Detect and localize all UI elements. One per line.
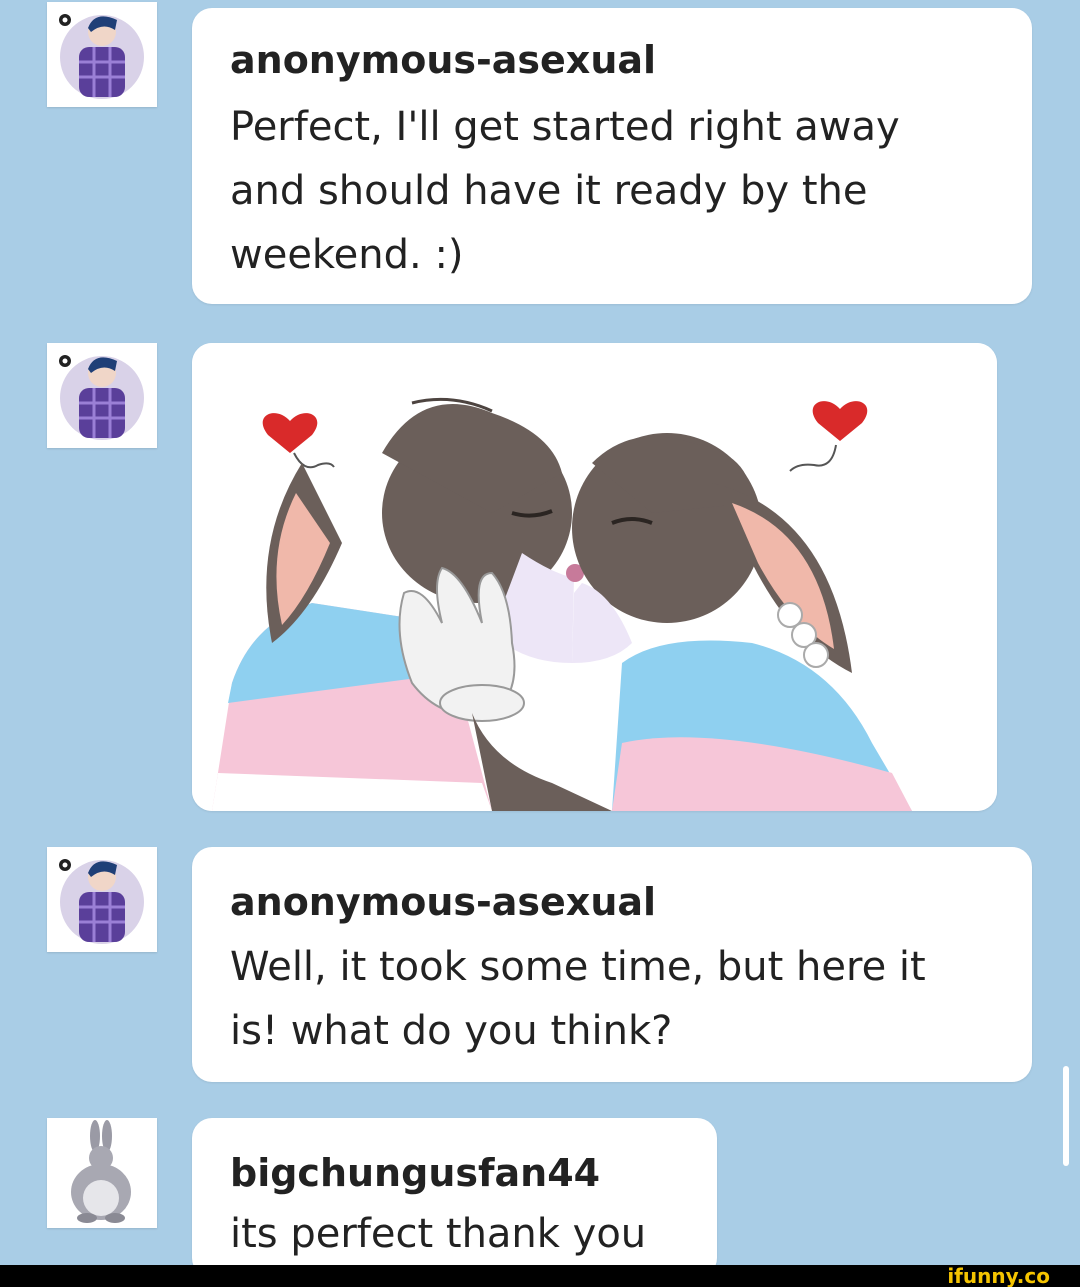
- scrollbar[interactable]: [1063, 1066, 1069, 1166]
- message-bubble: bigchungusfan44 its perfect thank you: [192, 1118, 717, 1278]
- chunky-rabbit-avatar-icon: [47, 1118, 157, 1228]
- user-avatar[interactable]: [47, 2, 157, 107]
- message-username[interactable]: anonymous-asexual: [230, 880, 656, 924]
- message-text: its perfect thank you: [230, 1211, 647, 1257]
- message-username[interactable]: anonymous-asexual: [230, 38, 656, 82]
- person-plaid-shirt-avatar-icon: [59, 14, 144, 99]
- footer-bar: ifunny.co: [0, 1265, 1080, 1287]
- person-plaid-shirt-avatar-icon: [59, 859, 144, 944]
- message-text: Well, it took some time, but here it is!…: [230, 944, 926, 1054]
- message-bubble: anonymous-asexual Perfect, I'll get star…: [192, 8, 1032, 304]
- user-avatar[interactable]: [47, 847, 157, 952]
- message-image-bubble[interactable]: [192, 343, 997, 811]
- bunnies-kissing-illustration: [192, 343, 997, 811]
- person-plaid-shirt-avatar-icon: [59, 355, 144, 440]
- message-username[interactable]: bigchungusfan44: [230, 1151, 600, 1195]
- user-avatar[interactable]: [47, 1118, 157, 1228]
- message-bubble: anonymous-asexual Well, it took some tim…: [192, 847, 1032, 1082]
- message-text: Perfect, I'll get started right away and…: [230, 104, 900, 278]
- watermark: ifunny.co: [947, 1264, 1050, 1287]
- user-avatar[interactable]: [47, 343, 157, 448]
